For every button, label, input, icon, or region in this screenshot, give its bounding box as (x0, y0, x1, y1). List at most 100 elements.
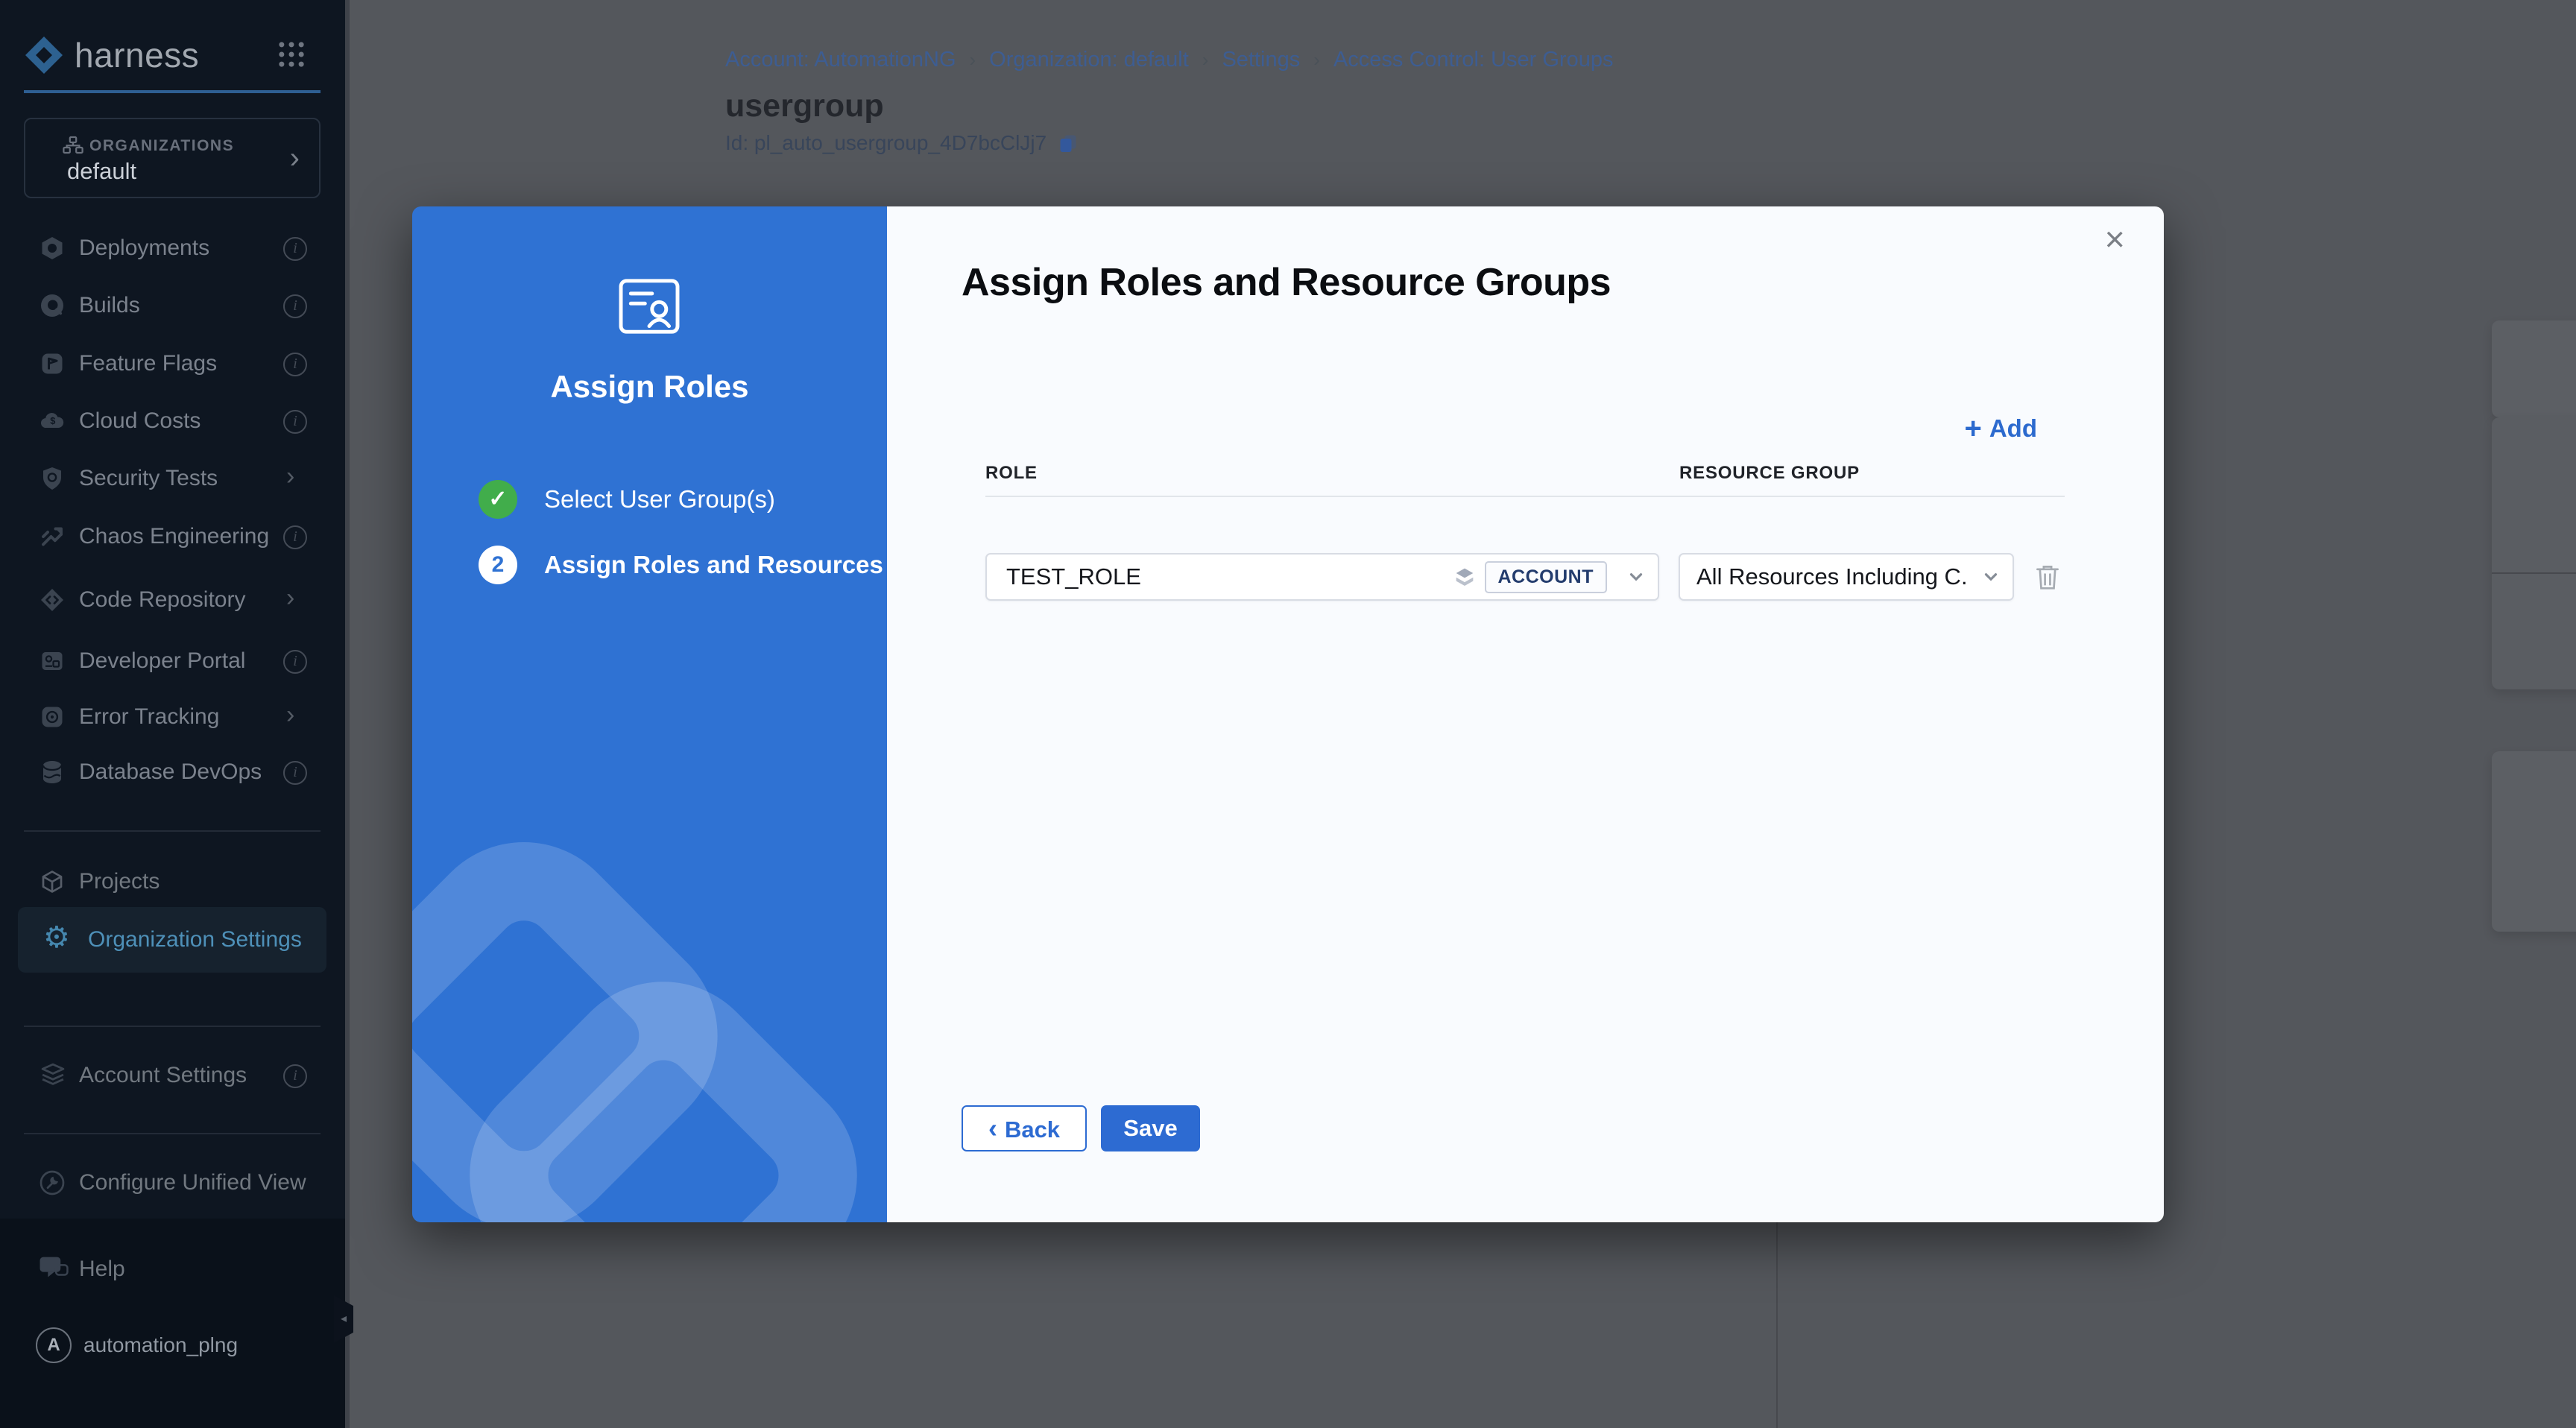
info-icon[interactable]: i (283, 410, 307, 434)
add-button-label: Add (1989, 414, 2037, 443)
org-hierarchy-icon (63, 136, 83, 154)
sidebar-item-help[interactable]: Help (0, 1247, 345, 1292)
role-column-header: ROLE (985, 463, 1038, 484)
breadcrumb-account-link[interactable]: Account: AutomationNG (725, 48, 956, 72)
sidebar-divider (24, 830, 321, 832)
chevron-right-icon: › (970, 48, 976, 72)
step-number: 2 (479, 546, 517, 584)
sidebar-item-account-settings[interactable]: Account Settings i (0, 1053, 345, 1098)
sidebar-item-developer-portal[interactable]: Developer Portal i (0, 639, 345, 683)
feature-flags-icon (39, 350, 66, 377)
sidebar-item-label: Organization Settings (88, 907, 302, 973)
resource-group-value: All Resources Including C... (1696, 563, 1969, 590)
database-devops-icon (39, 759, 66, 786)
info-icon[interactable]: i (283, 761, 307, 785)
dimmed-card (2492, 417, 2576, 689)
entity-id-text: Id: pl_auto_usergroup_4D7bcClJj7 (725, 131, 1046, 155)
dimmed-divider (2492, 572, 2576, 574)
sidebar-item-label: Chaos Engineering (79, 514, 269, 559)
delete-row-icon[interactable] (2035, 563, 2060, 591)
resource-group-column-header: RESOURCE GROUP (1679, 463, 1860, 484)
wizard-step-select-user-groups[interactable]: ✓ Select User Group(s) (479, 480, 775, 519)
back-button[interactable]: ‹Back (962, 1105, 1087, 1151)
help-chat-icon (39, 1256, 69, 1281)
info-icon[interactable]: i (283, 294, 307, 318)
assign-roles-modal: Assign Roles ✓ Select User Group(s) 2 As… (412, 206, 2164, 1222)
back-button-label: Back (1005, 1116, 1060, 1143)
app-grid-icon[interactable] (277, 40, 306, 69)
info-icon[interactable]: i (283, 650, 307, 674)
breadcrumb-settings-link[interactable]: Settings (1222, 48, 1300, 72)
sidebar-item-chaos-engineering[interactable]: Chaos Engineering i (0, 514, 345, 559)
sidebar-item-security-tests[interactable]: Security Tests › (0, 456, 345, 501)
chevron-right-icon: › (286, 701, 294, 730)
entity-id-line: Id: pl_auto_usergroup_4D7bcClJj7 (725, 131, 1079, 155)
breadcrumb: Account: AutomationNG › Organization: de… (725, 48, 1613, 72)
info-icon[interactable]: i (283, 525, 307, 549)
user-avatar[interactable]: A (36, 1327, 72, 1363)
user-name[interactable]: automation_plng (83, 1327, 238, 1363)
chevron-down-icon (1626, 567, 1646, 587)
dimmed-page-divider (1776, 1222, 1778, 1428)
add-role-button[interactable]: + Add (1964, 414, 2037, 443)
harness-logo[interactable]: harness (24, 31, 322, 79)
role-value: TEST_ROLE (1006, 563, 1452, 590)
wizard-step-label: Select User Group(s) (544, 485, 775, 514)
sidebar-item-configure-unified-view[interactable]: Configure Unified View (0, 1160, 345, 1205)
developer-portal-icon (39, 648, 66, 674)
sidebar-item-label: Database DevOps (79, 750, 262, 794)
role-select-field[interactable]: TEST_ROLE ACCOUNT (985, 553, 1659, 601)
wizard-step-label: Assign Roles and Resources (544, 551, 883, 579)
sidebar-item-cloud-costs[interactable]: $ Cloud Costs i (0, 399, 345, 443)
info-icon[interactable]: i (283, 1064, 307, 1088)
chevron-right-icon: › (290, 142, 300, 175)
wizard-title: Assign Roles (412, 369, 887, 405)
header-divider (985, 496, 2065, 497)
sidebar-item-feature-flags[interactable]: Feature Flags i (0, 341, 345, 386)
wrench-icon (39, 1169, 66, 1196)
sidebar-item-deployments[interactable]: Deployments i (0, 226, 345, 271)
sidebar-item-label: Builds (79, 283, 140, 328)
close-icon[interactable]: × (2105, 218, 2125, 259)
breadcrumb-access-control-link[interactable]: Access Control: User Groups (1333, 48, 1614, 72)
sidebar-item-error-tracking[interactable]: Error Tracking › (0, 695, 345, 739)
info-icon[interactable]: i (283, 353, 307, 376)
chevron-down-icon (1981, 567, 2001, 587)
cloud-costs-icon: $ (39, 408, 66, 435)
check-icon: ✓ (479, 480, 517, 519)
sidebar-item-database-devops[interactable]: Database DevOps i (0, 750, 345, 794)
breadcrumb-organization-link[interactable]: Organization: default (989, 48, 1189, 72)
copy-icon[interactable] (1057, 132, 1079, 154)
wizard-step-assign-roles[interactable]: 2 Assign Roles and Resources (479, 546, 883, 584)
plus-icon: + (1964, 414, 1981, 443)
sidebar-item-label: Account Settings (79, 1053, 247, 1098)
chevron-right-icon: › (1313, 48, 1320, 72)
sidebar-item-label: Developer Portal (79, 639, 245, 683)
chevron-right-icon: › (286, 462, 294, 491)
info-icon[interactable]: i (283, 237, 307, 261)
dimmed-card (2492, 320, 2576, 417)
sidebar-item-projects[interactable]: Projects (0, 859, 345, 904)
sidebar-item-organization-settings[interactable]: ⚙ Organization Settings (18, 907, 326, 973)
resource-group-select-field[interactable]: All Resources Including C... (1679, 553, 2014, 601)
error-tracking-icon (39, 704, 66, 730)
chevron-right-icon: › (286, 584, 294, 613)
builds-icon (39, 292, 66, 319)
sidebar-item-label: Configure Unified View (79, 1160, 306, 1205)
harness-logo-text: harness (75, 35, 199, 75)
dimmed-card (2492, 751, 2576, 932)
sidebar-item-label: Code Repository (79, 578, 245, 622)
organization-selector[interactable]: ORGANIZATIONS default › (24, 118, 321, 198)
gear-icon: ⚙ (43, 920, 70, 955)
chevron-right-icon: › (1202, 48, 1209, 72)
modal-body: × Assign Roles and Resource Groups + Add… (887, 206, 2164, 1222)
save-button[interactable]: Save (1101, 1105, 1200, 1151)
sidebar-item-label: Deployments (79, 226, 209, 271)
app-root: Account: AutomationNG › Organization: de… (0, 0, 2576, 1428)
harness-logo-icon (24, 35, 64, 75)
sidebar: harness ORGANIZATIONS default › (0, 0, 345, 1428)
sidebar-item-builds[interactable]: Builds i (0, 283, 345, 328)
account-settings-layers-icon (39, 1062, 67, 1087)
sidebar-item-code-repository[interactable]: Code Repository › (0, 578, 345, 622)
sidebar-divider (24, 1133, 321, 1134)
